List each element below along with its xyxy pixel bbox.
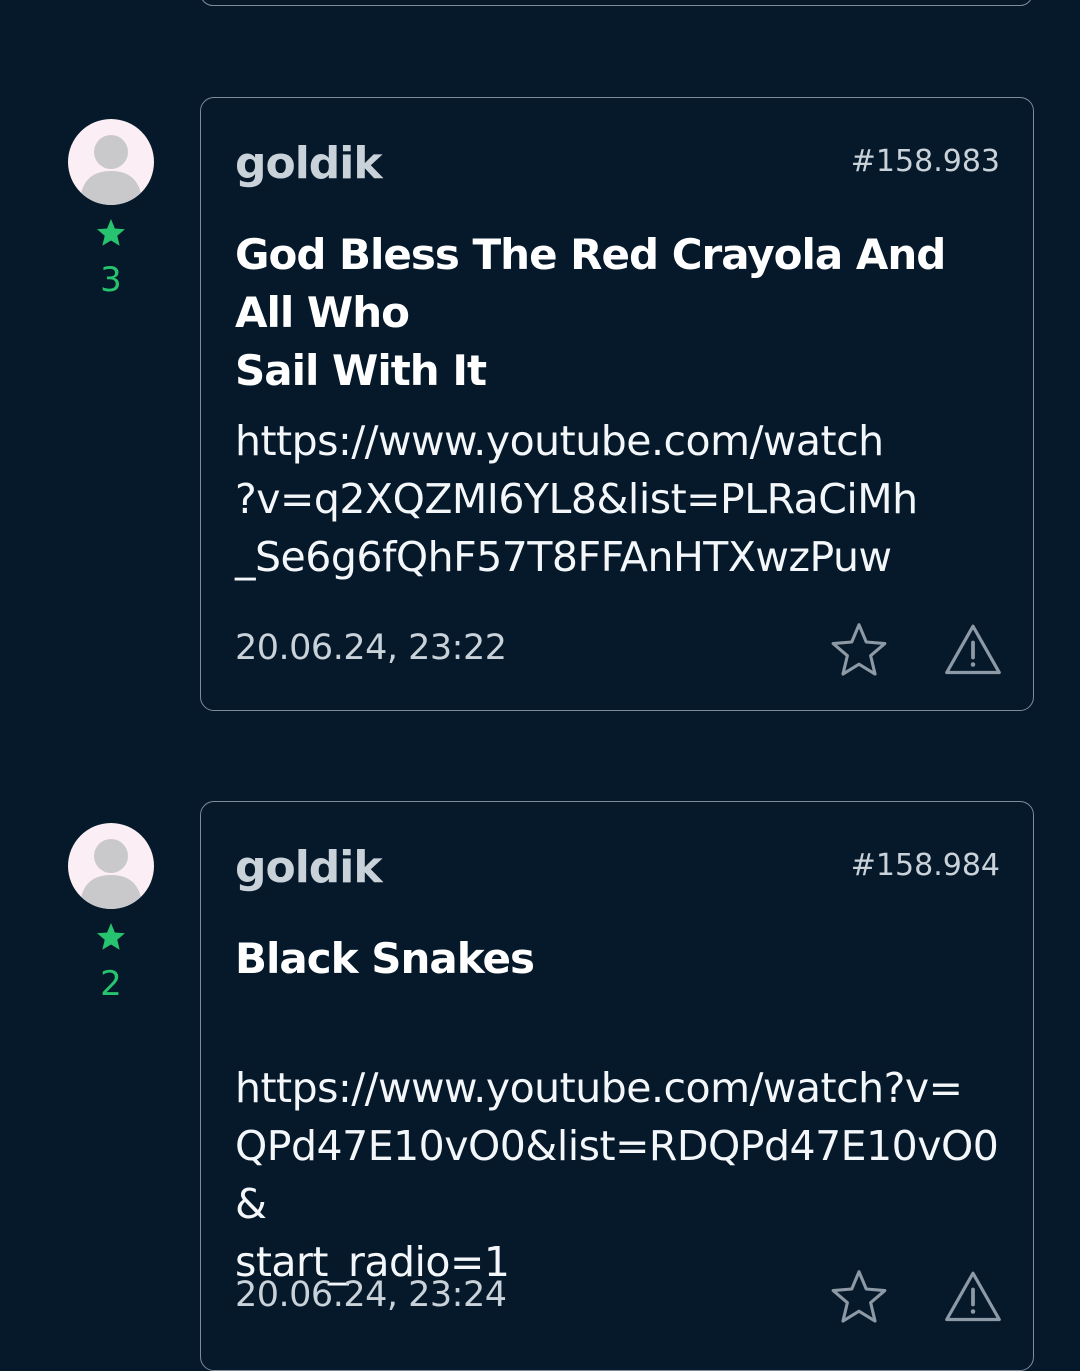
author-name[interactable]: goldik [235,842,383,893]
post-link[interactable]: https://www.youtube.com/watch ?v=q2XQZMI… [235,412,995,586]
post-number[interactable]: #158.983 [851,144,1000,179]
link-line: QPd47E10vO0&list=RDQPd47E10vO0& [235,1122,999,1228]
rating-star-icon [97,219,125,246]
rating-count: 2 [100,964,122,1004]
warning-triangle-icon [945,624,1001,675]
post-title: Black Snakes [235,930,1015,988]
favorite-button[interactable] [827,618,891,682]
rating-star-icon [97,923,125,950]
post-number[interactable]: #158.984 [851,848,1000,883]
star-outline-icon [831,1270,887,1323]
link-line: https://www.youtube.com/watch?v= [235,1064,963,1112]
post-timestamp: 20.06.24, 23:24 [235,1275,507,1315]
report-button[interactable] [941,1265,1005,1329]
post-title-line: Black Snakes [235,934,535,983]
post-card: goldik #158.984 Black Snakes https://www… [200,801,1034,1371]
author-column: 2 [68,823,154,1001]
link-line: _Se6g6fQhF57T8FFAnHTXwzPuw [235,533,892,581]
post-timestamp: 20.06.24, 23:22 [235,628,507,668]
user-silhouette-icon [80,839,142,909]
post-title-line: Sail With It [235,346,487,395]
avatar[interactable] [68,119,154,205]
author-name[interactable]: goldik [235,138,383,189]
post-title-line: God Bless The Red Crayola And All Who [235,230,946,337]
report-button[interactable] [941,618,1005,682]
post-link[interactable]: https://www.youtube.com/watch?v= QPd47E1… [235,1059,1015,1291]
user-silhouette-icon [80,135,142,205]
post-title: God Bless The Red Crayola And All Who Sa… [235,226,1015,400]
avatar[interactable] [68,823,154,909]
link-line: ?v=q2XQZMI6YL8&list=PLRaCiMh [235,475,918,523]
star-outline-icon [831,623,887,676]
rating-count: 3 [100,260,122,300]
warning-triangle-icon [945,1271,1001,1322]
link-line: https://www.youtube.com/watch [235,417,884,465]
post-card: goldik #158.983 God Bless The Red Crayol… [200,97,1034,711]
author-column: 3 [68,119,154,297]
favorite-button[interactable] [827,1265,891,1329]
previous-post-card [200,0,1033,6]
